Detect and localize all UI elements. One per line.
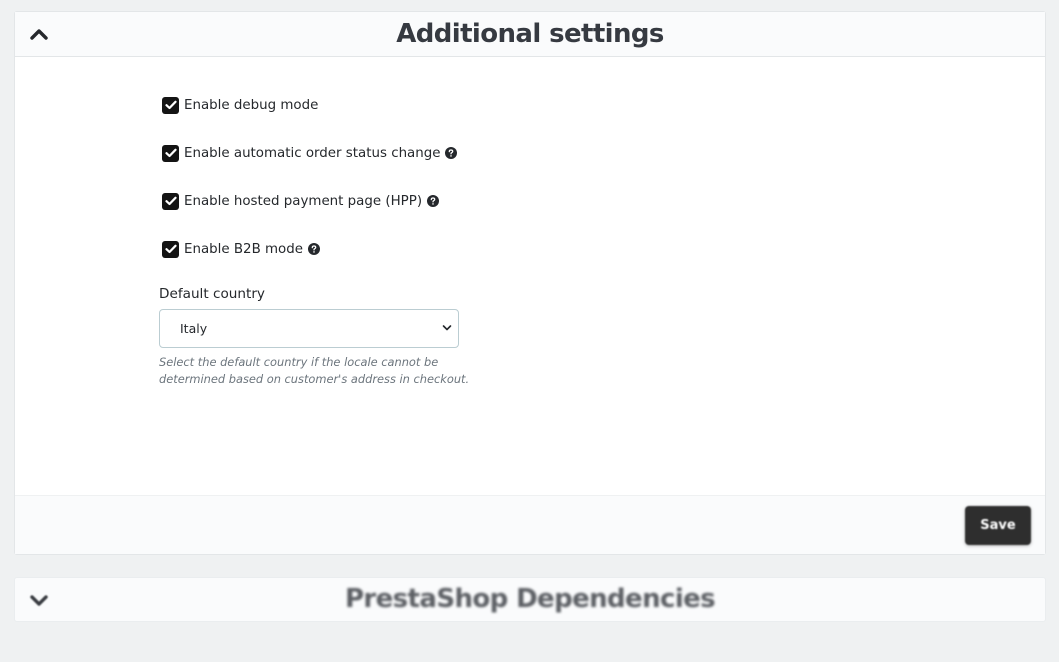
panel-body: Enable debug mode Enable automatic order…: [15, 57, 1045, 497]
check-icon: [164, 244, 177, 254]
b2b-mode-label[interactable]: Enable B2B mode: [184, 242, 303, 257]
question-circle-icon[interactable]: [307, 243, 320, 256]
checkbox-row-debug-mode: Enable debug mode: [162, 95, 318, 115]
check-icon: [164, 148, 177, 158]
checkbox-row-hpp: Enable hosted payment page (HPP): [162, 191, 439, 211]
auto-order-status-label[interactable]: Enable automatic order status change: [184, 146, 441, 161]
default-country-label: Default country: [159, 286, 265, 302]
hpp-checkbox[interactable]: [162, 192, 179, 210]
checkbox-row-b2b-mode: Enable B2B mode: [162, 239, 320, 259]
question-circle-icon[interactable]: [426, 195, 439, 208]
debug-mode-label[interactable]: Enable debug mode: [184, 98, 318, 113]
debug-mode-checkbox[interactable]: [162, 96, 179, 114]
check-icon: [164, 196, 177, 206]
auto-order-status-checkbox[interactable]: [162, 144, 179, 162]
additional-settings-panel: Additional settings Enable debug mode En…: [14, 11, 1046, 555]
check-icon: [164, 100, 177, 110]
chevron-down-icon: [442, 325, 452, 331]
checkbox-row-auto-order-status: Enable automatic order status change: [162, 143, 458, 163]
default-country-help-text: Select the default country if the locale…: [159, 355, 470, 386]
default-country-value: Italy: [180, 321, 208, 336]
save-button[interactable]: Save: [965, 506, 1031, 545]
dependencies-panel: PrestaShop Dependencies: [14, 577, 1046, 622]
question-circle-icon[interactable]: [445, 147, 458, 160]
b2b-mode-checkbox[interactable]: [162, 240, 179, 258]
panel-header: Additional settings: [15, 12, 1045, 57]
panel-footer: Save: [15, 495, 1045, 554]
dependencies-panel-title[interactable]: PrestaShop Dependencies: [15, 578, 1045, 621]
default-country-select[interactable]: Italy: [159, 309, 459, 348]
panel-title: Additional settings: [396, 19, 664, 49]
hpp-label[interactable]: Enable hosted payment page (HPP): [184, 194, 422, 209]
